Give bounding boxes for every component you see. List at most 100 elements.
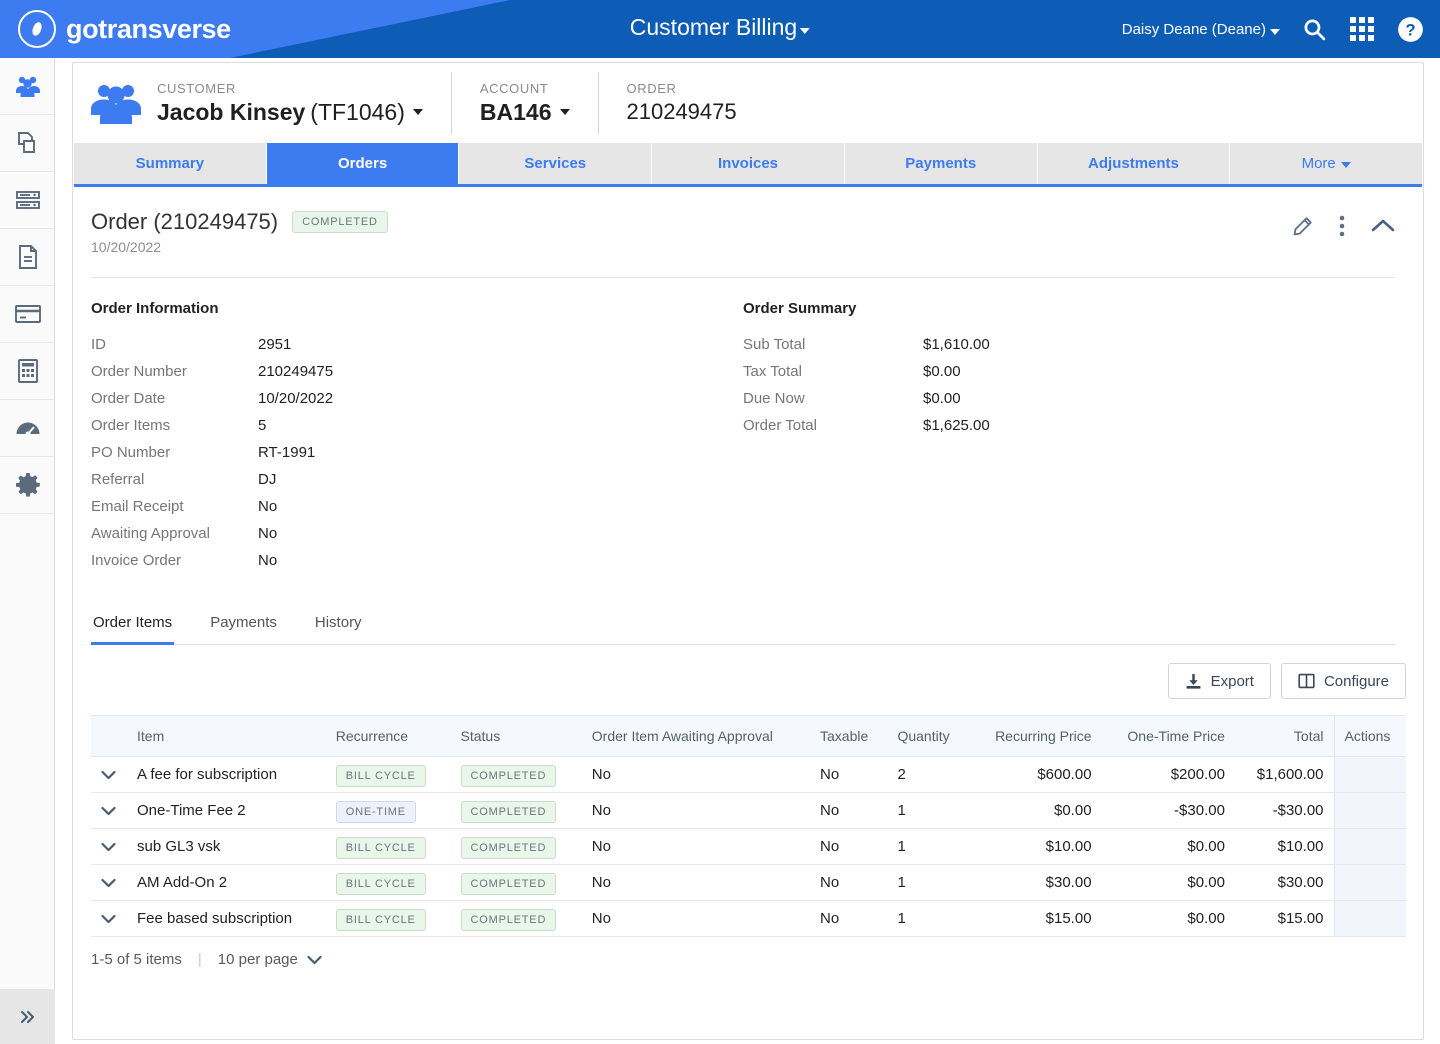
order-header-actions — [1292, 209, 1395, 237]
order-context: ORDER 210249475 — [599, 72, 763, 134]
row-expand-toggle[interactable] — [91, 865, 127, 901]
row-expand-toggle[interactable] — [91, 793, 127, 829]
col-recurring-price[interactable]: Recurring Price — [969, 716, 1101, 757]
subtab-history[interactable]: History — [313, 604, 364, 645]
info-value: No — [258, 520, 277, 547]
tab-label: Payments — [905, 155, 976, 172]
table-row[interactable]: AM Add-On 2 BILL CYCLE COMPLETED No No 1… — [91, 865, 1406, 901]
info-key: PO Number — [91, 439, 258, 466]
col-item[interactable]: Item — [127, 716, 326, 757]
download-icon — [1185, 673, 1202, 690]
col-quantity[interactable]: Quantity — [887, 716, 969, 757]
tab-adjustments[interactable]: Adjustments — [1038, 143, 1231, 184]
cell-actions[interactable] — [1334, 901, 1406, 937]
cell-status: COMPLETED — [451, 829, 582, 865]
tab-summary[interactable]: Summary — [74, 143, 267, 184]
customer-selector[interactable]: CUSTOMER Jacob Kinsey (TF1046) — [157, 72, 452, 134]
row-expand-toggle[interactable] — [91, 901, 127, 937]
col-awaiting-approval[interactable]: Order Item Awaiting Approval — [582, 716, 810, 757]
subtab-order-items[interactable]: Order Items — [91, 604, 174, 645]
chevron-down-icon — [101, 806, 116, 816]
cell-awaiting: No — [582, 793, 810, 829]
table-header-row: Item Recurrence Status Order Item Awaiti… — [91, 716, 1406, 757]
row-expand-toggle[interactable] — [91, 829, 127, 865]
subtab-payments[interactable]: Payments — [208, 604, 279, 645]
main-content: CUSTOMER Jacob Kinsey (TF1046) ACCOUNT B… — [55, 58, 1440, 1044]
order-summary-panel: Order Summary Sub Total$1,610.00 Tax Tot… — [743, 300, 1395, 574]
sidebar-item-settings[interactable] — [0, 457, 55, 514]
customer-people-icon — [89, 81, 143, 125]
cell-actions[interactable] — [1334, 757, 1406, 793]
sidebar-item-products[interactable] — [0, 115, 55, 172]
account-value-wrap[interactable]: BA146 — [480, 99, 570, 126]
col-recurrence[interactable]: Recurrence — [326, 716, 451, 757]
account-label: ACCOUNT — [480, 81, 570, 96]
tab-invoices[interactable]: Invoices — [652, 143, 845, 184]
customer-code: (TF1046) — [310, 99, 405, 126]
collapse-chevron-up-icon[interactable] — [1371, 218, 1395, 234]
info-key: Order Date — [91, 385, 258, 412]
app-title-dropdown[interactable]: Customer Billing — [630, 14, 810, 41]
cell-item: sub GL3 vsk — [127, 829, 326, 865]
col-actions: Actions — [1334, 716, 1406, 757]
brand-logo-area[interactable]: gotransverse — [18, 10, 231, 48]
cell-taxable: No — [810, 829, 887, 865]
row-expand-toggle[interactable] — [91, 757, 127, 793]
tab-orders[interactable]: Orders — [267, 143, 460, 184]
sidebar-item-billing-documents[interactable] — [0, 229, 55, 286]
table-row[interactable]: Fee based subscription BILL CYCLE COMPLE… — [91, 901, 1406, 937]
item-range-text: 1-5 of 5 items — [91, 951, 182, 968]
edit-pencil-icon[interactable] — [1292, 216, 1313, 237]
chevron-down-icon — [413, 109, 423, 115]
help-icon[interactable]: ? — [1396, 15, 1424, 43]
info-row: Email ReceiptNo — [91, 493, 743, 520]
sidebar-item-payments[interactable] — [0, 286, 55, 343]
tab-payments[interactable]: Payments — [845, 143, 1038, 184]
tab-label: Services — [524, 155, 586, 172]
col-taxable[interactable]: Taxable — [810, 716, 887, 757]
subtab-label: Payments — [210, 614, 277, 631]
table-row[interactable]: sub GL3 vsk BILL CYCLE COMPLETED No No 1… — [91, 829, 1406, 865]
tab-services[interactable]: Services — [459, 143, 652, 184]
chevron-down-icon — [1270, 29, 1280, 35]
cell-actions[interactable] — [1334, 865, 1406, 901]
cell-item: One-Time Fee 2 — [127, 793, 326, 829]
chevron-down-icon — [800, 28, 810, 34]
user-menu[interactable]: Daisy Deane (Deane) — [1122, 21, 1280, 38]
cell-actions[interactable] — [1334, 829, 1406, 865]
cell-total: $10.00 — [1235, 829, 1334, 865]
summary-row: Tax Total$0.00 — [743, 358, 1395, 385]
summary-row: Due Now$0.00 — [743, 385, 1395, 412]
per-page-selector[interactable]: 10 per page — [218, 951, 322, 968]
summary-row: Order Total$1,625.00 — [743, 412, 1395, 439]
cell-quantity: 1 — [887, 901, 969, 937]
table-row[interactable]: A fee for subscription BILL CYCLE COMPLE… — [91, 757, 1406, 793]
info-value: No — [258, 547, 277, 574]
col-status[interactable]: Status — [451, 716, 582, 757]
tab-more[interactable]: More — [1230, 143, 1422, 184]
more-vertical-icon[interactable] — [1339, 215, 1345, 237]
recurrence-badge: ONE-TIME — [336, 801, 416, 823]
double-chevron-right-icon — [19, 1008, 37, 1026]
sidebar-item-customers[interactable] — [0, 58, 55, 115]
sidebar-item-catalog[interactable] — [0, 172, 55, 229]
search-icon[interactable] — [1300, 15, 1328, 43]
col-one-time-price[interactable]: One-Time Price — [1102, 716, 1235, 757]
sidebar-item-reports[interactable] — [0, 400, 55, 457]
app-title-text: Customer Billing — [630, 14, 797, 41]
col-total[interactable]: Total — [1235, 716, 1334, 757]
sidebar-expand-button[interactable] — [0, 989, 55, 1044]
order-header: Order (210249475) COMPLETED 10/20/2022 — [73, 187, 1423, 255]
customer-value[interactable]: Jacob Kinsey (TF1046) — [157, 99, 423, 126]
sidebar-item-accounting[interactable] — [0, 343, 55, 400]
apps-grid-icon[interactable] — [1348, 15, 1376, 43]
tab-label: Summary — [136, 155, 204, 172]
cell-status: COMPLETED — [451, 901, 582, 937]
table-row[interactable]: One-Time Fee 2 ONE-TIME COMPLETED No No … — [91, 793, 1406, 829]
cell-actions[interactable] — [1334, 793, 1406, 829]
info-key: ID — [91, 331, 258, 358]
account-selector[interactable]: ACCOUNT BA146 — [452, 72, 599, 134]
configure-button[interactable]: Configure — [1281, 663, 1406, 699]
export-button[interactable]: Export — [1168, 663, 1271, 699]
tab-label: Adjustments — [1088, 155, 1179, 172]
